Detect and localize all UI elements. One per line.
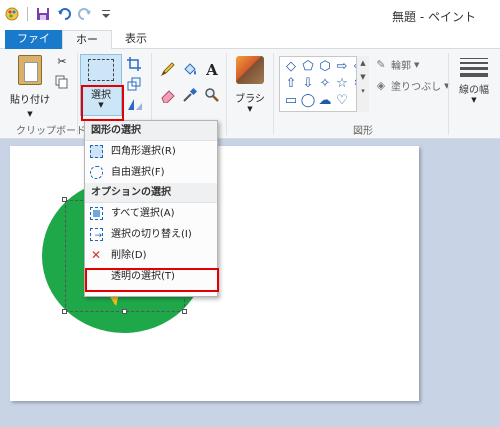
menu-item-label: 選択の切り替え(I) (111, 229, 192, 240)
menu-item-invert-selection[interactable]: 選択の切り替え(I) (85, 224, 217, 247)
selection-handle[interactable] (122, 309, 127, 314)
transparent-selection-highlight (85, 268, 219, 292)
menu-item-free-form-selection[interactable]: 自由選択(F) (85, 162, 217, 183)
invert-selection-icon (85, 226, 107, 247)
rectangular-selection-icon (85, 145, 107, 158)
select-all-icon (85, 207, 107, 220)
menu-item-label: すべて選択(A) (111, 208, 175, 219)
menu-item-label: 自由選択(F) (111, 167, 165, 178)
menu-item-label: 削除(D) (111, 250, 147, 261)
menu-item-rectangular-selection[interactable]: 四角形選択(R) (85, 141, 217, 162)
select-button-highlight (81, 85, 124, 121)
menu-section-header: 図形の選択 (85, 121, 217, 141)
menu-item-select-all[interactable]: すべて選択(A) (85, 203, 217, 224)
free-form-selection-icon (85, 166, 107, 179)
selection-handle[interactable] (62, 309, 67, 314)
delete-icon: ✕ (90, 248, 102, 262)
selection-handle[interactable] (182, 309, 187, 314)
selection-handle[interactable] (62, 197, 67, 202)
menu-section-header: オプションの選択 (85, 183, 217, 203)
menu-item-label: 四角形選択(R) (111, 146, 176, 157)
menu-item-delete[interactable]: ✕ 削除(D) (85, 245, 217, 266)
